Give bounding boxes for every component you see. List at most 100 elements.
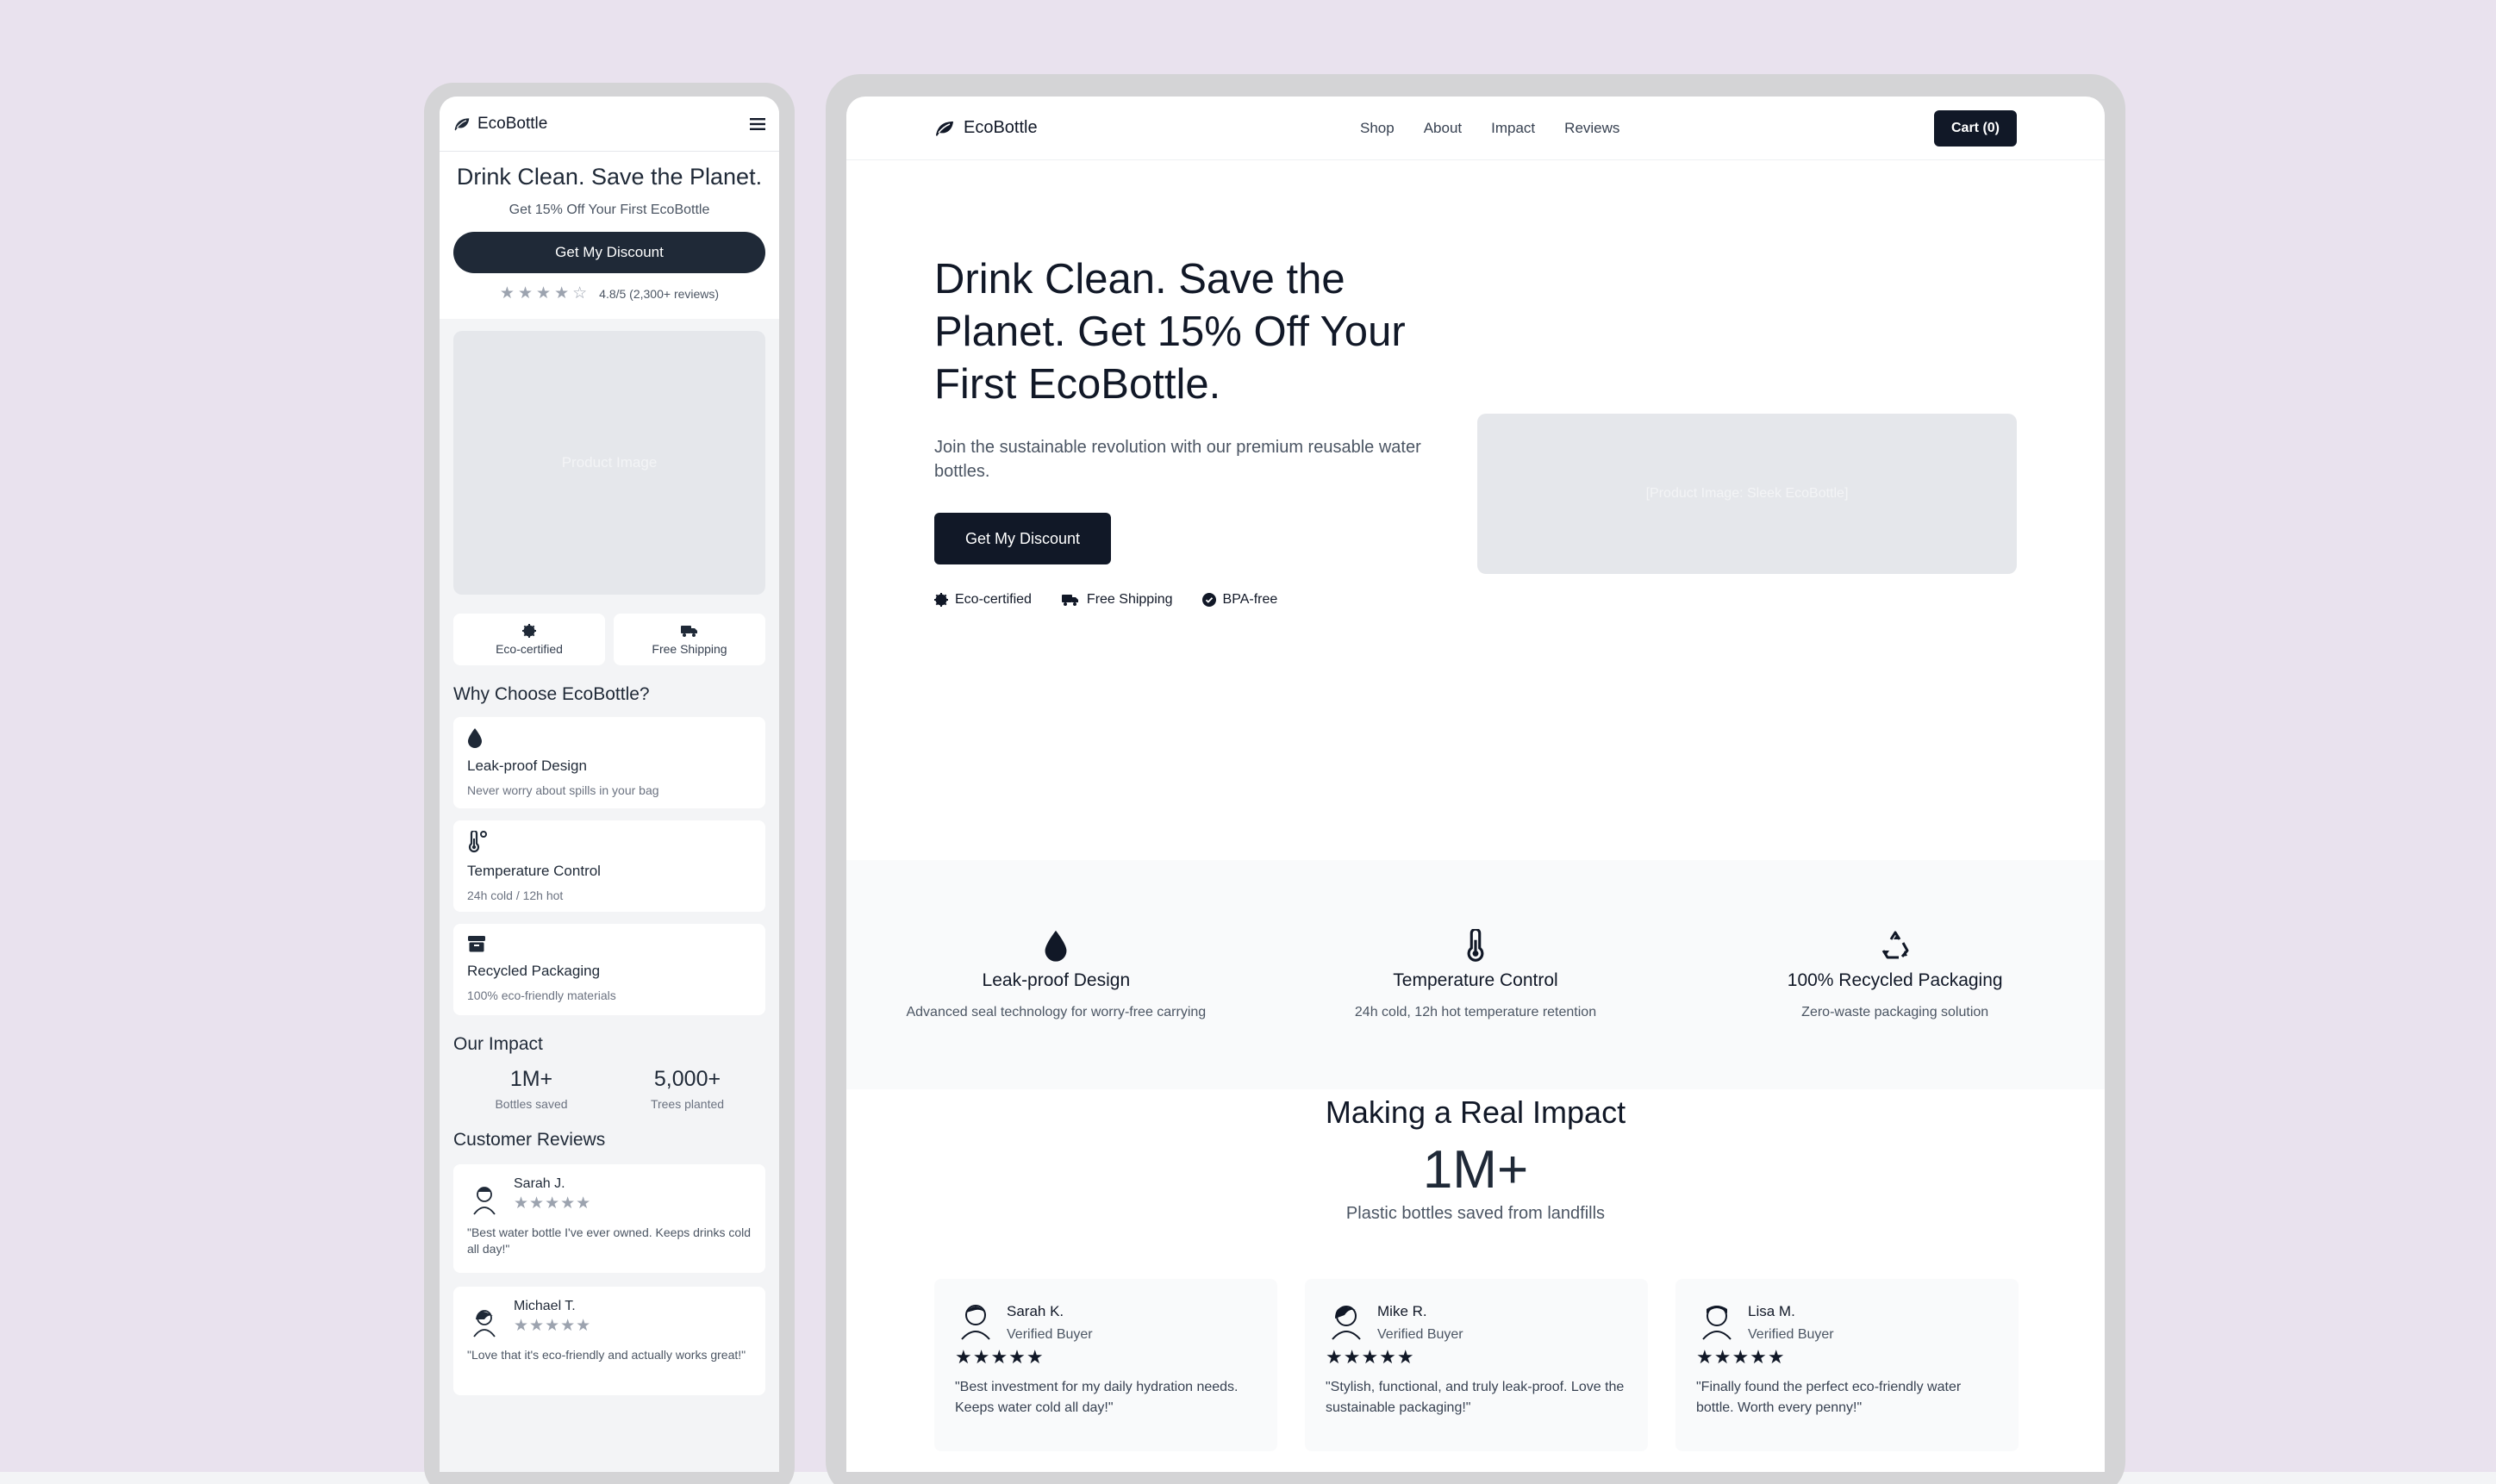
nav-link-reviews[interactable]: Reviews <box>1564 120 1619 137</box>
impact-label: Plastic bottles saved from landfills <box>1345 1204 1606 1223</box>
badge-shipping-label: Free Shipping <box>1086 592 1173 607</box>
mobile-stat-value: 1M+ <box>509 1067 553 1091</box>
mobile-review-card: Michael T. ★★★★★ "Love that it's eco-fri… <box>453 1287 765 1395</box>
impact-number: 1M+ <box>1422 1140 1529 1200</box>
mobile-stat-label: Trees planted <box>650 1097 725 1111</box>
star-icon: ★ <box>517 284 534 302</box>
impact-title: Making a Real Impact <box>1325 1094 1626 1130</box>
five-star-icon: ★★★★★ <box>1696 1346 1786 1368</box>
mobile-review-name: Michael T. <box>514 1299 576 1313</box>
mobile-stat-trees: 5,000+ Trees planted <box>609 1067 765 1111</box>
review-text: "Finally found the perfect eco-friendly … <box>1696 1380 1962 1415</box>
nav-link-about[interactable]: About <box>1424 120 1462 137</box>
desktop-header: EcoBottle Shop About Impact Reviews Cart… <box>846 97 2105 160</box>
mobile-impact-stats: 1M+ Bottles saved 5,000+ Trees planted <box>453 1067 765 1111</box>
truck-icon <box>1061 595 1078 606</box>
mobile-feature-packaging: Recycled Packaging 100% eco-friendly mat… <box>453 924 765 1015</box>
feature-leakproof: Leak-proof Design Advanced seal technolo… <box>846 860 1266 1089</box>
mobile-header: EcoBottle <box>440 97 779 152</box>
mobile-screen: EcoBottle Drink Clean. Save the Planet. … <box>440 97 779 1472</box>
feature-title: Temperature Control <box>1393 970 1558 990</box>
desktop-hero-lead: Join the sustainable revolution with our… <box>934 438 1421 481</box>
mobile-hero-title: Drink Clean. Save the Planet. <box>456 164 763 190</box>
mobile-review-text: "Love that it's eco-friendly and actuall… <box>467 1348 746 1362</box>
desktop-product-image-label: [Product Image: Sleek EcoBottle] <box>1645 486 1849 501</box>
desktop-hero-title: Drink Clean. Save the Planet. Get 15% Of… <box>934 256 1406 408</box>
desktop-trust-badges: Eco-certified Free Shipping BPA-free <box>934 592 1451 608</box>
mobile-discount-button[interactable]: Get My Discount <box>453 232 765 273</box>
star-half-icon: ☆ <box>572 284 588 302</box>
desktop-screen: EcoBottle Shop About Impact Reviews Cart… <box>846 97 2105 1472</box>
mobile-badges: Eco-certified Free Shipping <box>453 614 765 665</box>
star-icon: ★ <box>554 284 570 302</box>
mobile-brand-name: EcoBottle <box>477 114 548 133</box>
mobile-feature-desc: Never worry about spills in your bag <box>467 783 659 797</box>
mobile-feature-temperature: Temperature Control 24h cold / 12h hot <box>453 820 765 912</box>
mobile-product-image: Product Image <box>453 331 765 595</box>
star-rating-icon: ★ ★ ★ ★ ☆ <box>500 284 587 303</box>
mobile-impact-title: Our Impact <box>453 1034 543 1054</box>
avatar-icon <box>1702 1306 1732 1340</box>
review-text: "Stylish, functional, and truly leak-pro… <box>1326 1380 1625 1415</box>
feature-title: 100% Recycled Packaging <box>1787 970 2003 990</box>
mobile-review-name: Sarah J. <box>514 1176 565 1191</box>
mobile-rating: ★ ★ ★ ★ ☆ 4.8/5 (2,300+ reviews) <box>453 284 765 303</box>
box-icon <box>468 936 485 952</box>
mobile-feature-title: Leak-proof Design <box>467 758 587 774</box>
desktop-reviews: Sarah K. Verified Buyer ★★★★★ "Best inve… <box>934 1279 2019 1451</box>
review-role: Verified Buyer <box>1007 1327 1093 1342</box>
mobile-badge-eco-label: Eco-certified <box>496 641 563 656</box>
mobile-reviews-title: Customer Reviews <box>453 1130 606 1150</box>
mobile-feature-leakproof: Leak-proof Design Never worry about spil… <box>453 717 765 808</box>
review-card: Mike R. Verified Buyer ★★★★★ "Stylish, f… <box>1305 1279 1648 1451</box>
desktop-brand-name: EcoBottle <box>964 118 1038 137</box>
mobile-logo[interactable]: EcoBottle <box>453 115 547 134</box>
desktop-impact: Making a Real Impact 1M+ Plastic bottles… <box>846 1094 2105 1224</box>
avatar-icon <box>473 1187 496 1215</box>
mobile-hero: Drink Clean. Save the Planet. Get 15% Of… <box>440 152 779 319</box>
feature-desc: 24h cold, 12h hot temperature retention <box>1354 1005 1597 1019</box>
mobile-badge-shipping-label: Free Shipping <box>652 641 727 656</box>
droplet-icon <box>468 728 482 748</box>
leaf-logo-icon <box>454 117 470 130</box>
mobile-feature-title: Recycled Packaging <box>467 963 601 979</box>
nav-link-shop[interactable]: Shop <box>1360 120 1395 137</box>
five-star-icon: ★★★★★ <box>955 1346 1045 1368</box>
review-role: Verified Buyer <box>1748 1327 1834 1342</box>
avatar-icon <box>1332 1306 1361 1340</box>
mobile-badge-shipping: Free Shipping <box>614 614 765 665</box>
star-icon: ★ <box>536 284 552 302</box>
cart-button[interactable]: Cart (0) <box>1933 110 2017 147</box>
desktop-hero: Drink Clean. Save the Planet. Get 15% Of… <box>846 160 2105 1089</box>
feature-title: Leak-proof Design <box>982 970 1131 990</box>
review-text: "Best investment for my daily hydration … <box>955 1380 1239 1415</box>
badge-free-shipping: Free Shipping <box>1061 592 1173 608</box>
avatar-icon <box>473 1310 496 1337</box>
check-circle-icon <box>1201 593 1216 607</box>
review-head: Sarah K. Verified Buyer <box>955 1298 1257 1343</box>
mobile-rating-text: 4.8/5 (2,300+ reviews) <box>599 286 720 301</box>
mobile-why-title: Why Choose EcoBottle? <box>453 684 650 704</box>
mobile-stat-label: Bottles saved <box>495 1097 568 1111</box>
nav-link-impact[interactable]: Impact <box>1491 120 1535 137</box>
avatar-icon <box>961 1305 990 1340</box>
badge-eco-label: Eco-certified <box>955 592 1032 607</box>
review-name: Lisa M. <box>1748 1303 1795 1319</box>
leaf-badge-icon <box>934 593 948 607</box>
badge-eco-certified: Eco-certified <box>934 592 1032 608</box>
feature-desc: Advanced seal technology for worry-free … <box>906 1005 1207 1019</box>
desktop-product-image: [Product Image: Sleek EcoBottle] <box>1477 414 2017 574</box>
feature-desc: Zero-waste packaging solution <box>1801 1005 1989 1019</box>
desktop-logo[interactable]: EcoBottle <box>934 118 1038 138</box>
review-head: Mike R. Verified Buyer <box>1326 1298 1627 1343</box>
review-name: Sarah K. <box>1007 1303 1064 1319</box>
mobile-badge-eco: Eco-certified <box>453 614 605 665</box>
desktop-discount-button[interactable]: Get My Discount <box>934 513 1112 564</box>
five-star-icon: ★★★★★ <box>514 1317 592 1335</box>
hamburger-menu-icon[interactable] <box>750 117 765 131</box>
mobile-stat-value: 5,000+ <box>653 1067 721 1091</box>
badge-bpa-label: BPA-free <box>1222 592 1278 607</box>
feature-temperature: Temperature Control 24h cold, 12h hot te… <box>1266 860 1686 1089</box>
review-head: Lisa M. Verified Buyer <box>1696 1298 1998 1343</box>
five-star-icon: ★★★★★ <box>1326 1346 1415 1368</box>
